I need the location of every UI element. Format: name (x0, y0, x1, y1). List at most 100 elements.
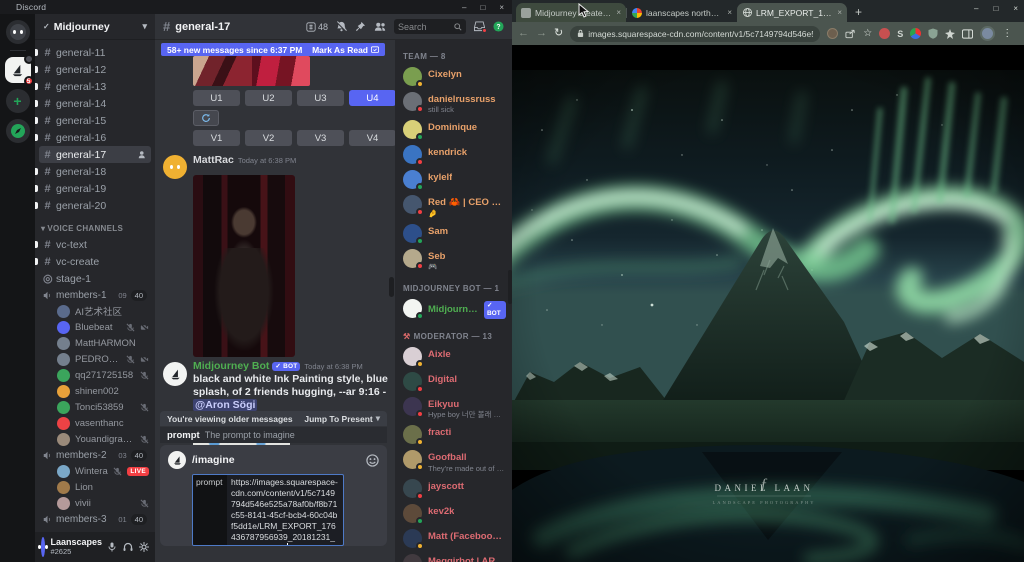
variation-button[interactable]: V1 (193, 130, 240, 146)
close-button[interactable]: × (1013, 4, 1018, 13)
address-bar[interactable]: images.squarespace-cdn.com/content/v1/5c… (570, 25, 821, 42)
extension-icon-star[interactable] (945, 28, 956, 39)
member-row[interactable]: jayscott (403, 476, 506, 501)
channel-item[interactable]: # general-16 (35, 129, 151, 146)
voice-channels-header[interactable]: ▾ VOICE CHANNELS (39, 220, 151, 236)
maximize-button[interactable]: □ (480, 3, 485, 12)
mic-icon[interactable] (107, 542, 117, 552)
member-row[interactable]: Sam (403, 221, 506, 246)
channel-item[interactable]: # general-11 (35, 44, 151, 61)
headphones-icon[interactable] (123, 542, 133, 552)
member-row[interactable]: Red 🦀 | CEO of bugs ... 🤌 (403, 192, 506, 220)
member-row[interactable]: Goofball They're made out of meat. (403, 447, 506, 475)
voice-user[interactable]: AI艺术社区 (39, 303, 151, 319)
add-server-button[interactable]: + (5, 89, 30, 113)
share-icon[interactable] (845, 29, 856, 39)
user-mention[interactable]: @Aron Sögi (193, 399, 258, 412)
channel-item[interactable]: # general-13 (35, 78, 151, 95)
emoji-picker-icon[interactable] (366, 453, 379, 467)
variation-button[interactable]: V3 (297, 130, 344, 146)
member-row[interactable]: danielrussruss still sick (403, 89, 506, 117)
back-button[interactable]: ← (518, 28, 529, 39)
minimize-button[interactable]: – (462, 3, 466, 12)
member-row[interactable]: kev2k (403, 501, 506, 526)
member-row[interactable]: Aixle (403, 344, 506, 369)
member-row[interactable]: Digital (403, 369, 506, 394)
voice-user[interactable]: Wintera LIVE (39, 463, 151, 479)
voice-user[interactable]: Lion (39, 479, 151, 495)
reload-button[interactable]: ↻ (554, 28, 563, 39)
avatar[interactable] (163, 362, 187, 386)
search-box[interactable] (394, 19, 466, 34)
voice-room-members-3[interactable]: members-3 01 40 (39, 511, 151, 527)
variation-button[interactable]: V2 (245, 130, 292, 146)
photo-attachment[interactable] (193, 175, 295, 357)
new-messages-banner[interactable]: 58+ new messages since 6:37 PM Mark As R… (161, 43, 385, 56)
notifications-muted-icon[interactable] (336, 21, 347, 32)
voice-user[interactable]: qq271725158 (39, 367, 151, 383)
close-button[interactable]: × (499, 3, 504, 12)
home-button[interactable] (5, 20, 30, 44)
channel-item[interactable]: # general-18 (35, 163, 151, 180)
voice-user[interactable]: vivii (39, 495, 151, 511)
member-row[interactable]: Matt (Facebook mod) (403, 526, 506, 551)
extension-icon-rgb[interactable] (910, 28, 922, 39)
tab-midjourney-article[interactable]: Midjourney creates photorealisti... × (516, 3, 626, 22)
user-avatar[interactable] (37, 537, 46, 557)
inbox-button[interactable] (474, 21, 487, 33)
maximize-button[interactable]: □ (993, 4, 998, 13)
extension-icon[interactable] (827, 28, 839, 39)
voice-user[interactable]: Tonci53859 (39, 399, 151, 415)
profile-avatar[interactable] (980, 26, 996, 41)
voice-user[interactable]: Youandigraphics (39, 431, 151, 447)
channel-item[interactable]: # general-20 (35, 197, 151, 214)
member-row[interactable]: Seb 🎮 (403, 246, 506, 274)
member-list-toggle-icon[interactable] (374, 21, 386, 32)
channel-item[interactable]: # general-17 (39, 146, 151, 163)
member-row[interactable]: kendrick (403, 142, 506, 167)
member-row[interactable]: fracti (403, 422, 506, 447)
member-row[interactable]: Eikyuu Hype boy 너만 볼래 Hype ... (403, 394, 506, 422)
voice-channel-item[interactable]: # vc-create (35, 253, 151, 270)
extension-icon-red[interactable] (879, 28, 891, 39)
threads-button[interactable]: 48 (306, 22, 328, 32)
message-input-box[interactable]: /imagine prompt https://images.squarespa… (160, 445, 387, 546)
avatar[interactable] (163, 155, 187, 179)
prompt-value[interactable]: https://images.squarespace-cdn.com/conte… (227, 475, 343, 545)
voice-room-members-2[interactable]: members-2 03 40 (39, 447, 151, 463)
member-row[interactable]: kylelf (403, 167, 506, 192)
upscale-button[interactable]: U1 (193, 90, 240, 106)
voice-room-members-1[interactable]: members-1 09 40 (39, 287, 151, 303)
member-row[interactable]: Dominique (403, 117, 506, 142)
voice-user[interactable]: vasenthanc (39, 415, 151, 431)
reroll-button[interactable] (193, 110, 219, 126)
tab-close-icon[interactable]: × (837, 8, 842, 17)
member-row[interactable]: Midjourney Bot ✓ BOT (403, 296, 506, 322)
generated-image-attachment[interactable] (193, 56, 310, 86)
upscale-button[interactable]: U3 (297, 90, 344, 106)
tab-google-search[interactable]: laanscapes northern lights - Goo... × (627, 3, 737, 22)
shield-extension-icon[interactable] (928, 28, 938, 39)
search-input[interactable] (398, 21, 451, 32)
voice-channel-item[interactable]: ◎ stage-1 (39, 270, 151, 287)
slash-command-hint[interactable]: prompt The prompt to imagine (160, 427, 387, 443)
channel-item[interactable]: # general-15 (35, 112, 151, 129)
side-panel-icon[interactable] (962, 28, 974, 39)
explore-servers-button[interactable] (5, 119, 30, 143)
extension-icon-s[interactable]: S (897, 29, 903, 39)
voice-user[interactable]: Bluebeat (39, 319, 151, 335)
tab-lrm-export-image[interactable]: LRM_EXPORT_17643678795693... × (737, 3, 847, 22)
upscale-button[interactable]: U2 (245, 90, 292, 106)
message-author[interactable]: Midjourney Bot ✓ BOT Today at 6:38 PM (193, 360, 363, 372)
channel-item[interactable]: # general-12 (35, 61, 151, 78)
channel-item[interactable]: # general-14 (35, 95, 151, 112)
server-header[interactable]: ✓ Midjourney ▾ (35, 14, 155, 40)
chat-scrollbar[interactable] (389, 277, 394, 297)
minimize-button[interactable]: – (974, 4, 978, 13)
new-tab-button[interactable]: + (855, 5, 862, 19)
voice-user[interactable]: shinen002 (39, 383, 151, 399)
jump-to-present-button[interactable]: Jump To Present ▾ (304, 413, 380, 424)
channel-item[interactable]: # general-19 (35, 180, 151, 197)
prompt-parameter-field[interactable]: prompt https://images.squarespace-cdn.co… (192, 474, 344, 546)
mark-as-read-button[interactable]: Mark As Read (312, 45, 379, 55)
